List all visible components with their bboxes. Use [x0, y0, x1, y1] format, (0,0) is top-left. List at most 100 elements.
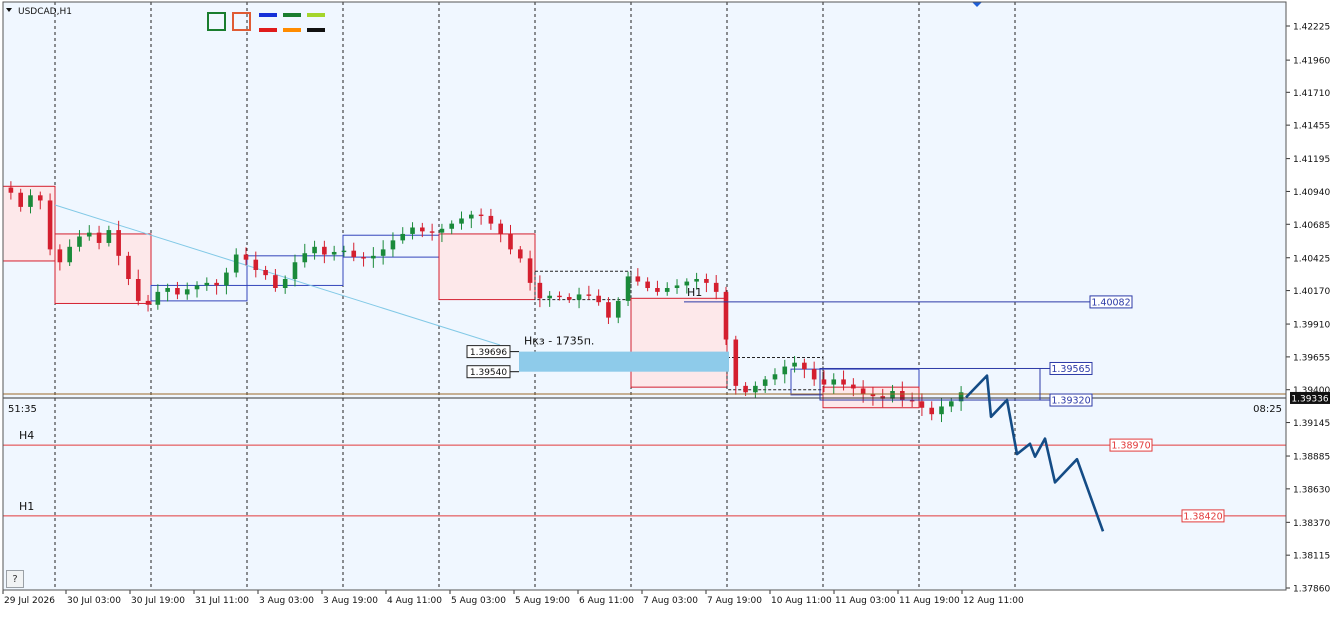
candle-body: [635, 276, 641, 282]
candle-body: [704, 278, 709, 283]
candle-body: [184, 289, 190, 295]
candle-body: [762, 379, 768, 386]
candle-body: [204, 282, 210, 286]
candle-body: [939, 406, 944, 415]
candle-body: [18, 192, 23, 207]
candle-body: [155, 291, 161, 305]
help-button[interactable]: ?: [6, 570, 24, 588]
y-tick-label: 1.39655: [1293, 353, 1330, 363]
candle-body: [576, 294, 582, 300]
candle-body: [508, 233, 513, 250]
candle-body: [214, 282, 219, 286]
candle-body: [860, 388, 866, 394]
box-price-text: 1.39320: [1051, 396, 1090, 407]
candle-body: [547, 295, 552, 299]
x-tick-label: 4 Aug 11:00: [387, 596, 442, 606]
candle-body: [753, 385, 758, 393]
x-tick-label: 12 Aug 11:00: [963, 596, 1024, 606]
x-tick-label: 30 Jul 03:00: [67, 596, 121, 606]
level-price-text: 1.38970: [1111, 441, 1150, 452]
y-tick-label: 1.38115: [1293, 552, 1330, 562]
candle-body: [478, 214, 484, 217]
candle-body: [900, 391, 905, 401]
candle-body: [322, 246, 327, 255]
candle-body: [8, 187, 14, 193]
current-price-text: 1.39336: [1291, 394, 1328, 404]
x-tick-label: 31 Jul 11:00: [195, 596, 249, 606]
candle-body: [527, 258, 533, 283]
y-tick-label: 1.39145: [1293, 419, 1330, 429]
candle-body: [439, 228, 445, 233]
candle-body: [341, 250, 347, 253]
candle-body: [459, 218, 464, 224]
y-tick-label: 1.40425: [1293, 254, 1330, 264]
candle-body: [919, 401, 925, 408]
candle-body: [488, 215, 494, 224]
candle-body: [263, 269, 268, 276]
chart-canvas[interactable]: Нкз - 1735п. 1.39696 1.39540 51:35 08:25 H4 1…: [0, 0, 1334, 617]
candle-body: [47, 200, 53, 250]
x-tick-label: 11 Aug 03:00: [835, 596, 896, 606]
symbol-title: USDCAD,H1: [18, 7, 72, 17]
candle-body: [116, 230, 121, 256]
candle-body: [645, 281, 650, 289]
candle-body: [86, 232, 92, 237]
box-price-text: 1.39565: [1051, 364, 1090, 375]
timer-right: 08:25: [1253, 404, 1282, 415]
candle-body: [841, 379, 846, 385]
y-tick-label: 1.38630: [1293, 485, 1330, 495]
candle-body: [586, 294, 592, 296]
candle-body: [469, 214, 474, 219]
zone-rect[interactable]: [519, 351, 729, 372]
session-box: [630, 297, 728, 388]
zone-label: Нкз - 1735п.: [524, 335, 594, 348]
candle-body: [292, 262, 298, 279]
x-tick-label: 30 Jul 19:00: [131, 596, 185, 606]
y-tick-label: 1.40170: [1293, 287, 1330, 297]
candle-body: [929, 407, 935, 415]
x-tick-label: 5 Aug 03:00: [451, 596, 506, 606]
x-tick-label: 5 Aug 19:00: [515, 596, 570, 606]
y-tick-label: 1.39910: [1293, 321, 1330, 331]
x-tick-label: 3 Aug 19:00: [323, 596, 378, 606]
y-tick-label: 1.40685: [1293, 221, 1330, 231]
candle-body: [821, 379, 827, 385]
candle-body: [694, 278, 699, 282]
candle-body: [77, 236, 82, 247]
candle-body: [106, 230, 112, 243]
x-tick-label: 11 Aug 19:00: [899, 596, 960, 606]
candle-body: [606, 302, 611, 318]
candle-body: [410, 227, 415, 234]
candle-body: [57, 249, 63, 263]
x-tick-label: 3 Aug 03:00: [259, 596, 314, 606]
level-name: H1: [19, 500, 34, 513]
level-name: H1: [687, 286, 702, 299]
candle-body: [390, 240, 396, 250]
candle-body: [566, 297, 572, 300]
candle-body: [498, 223, 503, 234]
candle-body: [723, 291, 729, 340]
candle-body: [429, 231, 435, 233]
y-tick-label: 1.41195: [1293, 155, 1330, 165]
candle-body: [655, 288, 660, 292]
candle-body: [233, 254, 239, 273]
candle-body: [713, 282, 719, 292]
candle-body: [557, 295, 562, 298]
candle-body: [615, 300, 621, 318]
candle-body: [165, 288, 170, 292]
candle-body: [253, 259, 259, 270]
candle-body: [792, 362, 797, 367]
candle-body: [664, 288, 670, 292]
level-price-text: 1.38420: [1183, 511, 1222, 522]
x-tick-label: 7 Aug 03:00: [643, 596, 698, 606]
y-tick-label: 1.40940: [1293, 188, 1330, 198]
candle-body: [351, 250, 357, 258]
x-tick-label: 7 Aug 19:00: [707, 596, 762, 606]
candle-body: [772, 374, 778, 380]
candle-body: [449, 223, 455, 229]
candle-body: [96, 232, 102, 243]
y-tick-label: 1.42225: [1293, 23, 1330, 33]
candle-body: [224, 272, 229, 286]
candle-body: [517, 249, 523, 259]
candle-body: [302, 253, 308, 263]
